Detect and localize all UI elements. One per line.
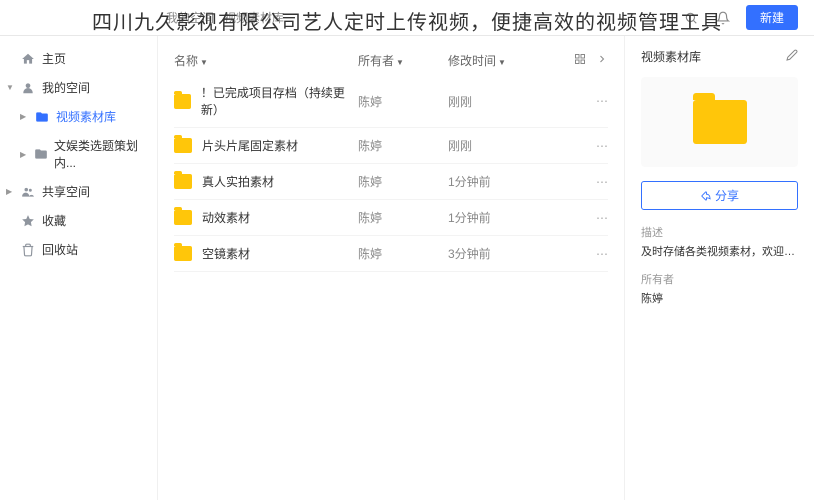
table-header: 名称▼ 所有者▼ 修改时间▼ <box>174 46 608 75</box>
user-icon <box>20 80 36 96</box>
caret-right-icon: ▶ <box>6 187 12 196</box>
nav-ent-planning-label: 文娱类选题策划内... <box>54 137 145 171</box>
chevron-right-icon[interactable] <box>596 53 608 68</box>
desc-label: 描述 <box>641 224 798 240</box>
folder-icon <box>174 138 192 153</box>
table-row[interactable]: 真人实拍素材 陈婷1分钟前 ⋯ <box>174 164 608 200</box>
folder-icon <box>34 146 48 162</box>
nav-trash[interactable]: 回收站 <box>0 235 157 264</box>
grid-view-icon[interactable] <box>574 53 586 68</box>
nav-video-library-label: 视频素材库 <box>56 108 116 125</box>
share-button[interactable]: 分享 <box>641 181 798 210</box>
edit-icon[interactable] <box>786 49 798 64</box>
more-icon[interactable]: ⋯ <box>596 175 608 189</box>
col-name-label: 名称 <box>174 54 198 68</box>
nav-favorites[interactable]: 收藏 <box>0 206 157 235</box>
users-icon <box>20 184 36 200</box>
nav-my-space[interactable]: ▼ 我的空间 <box>0 73 157 102</box>
file-name: 片头片尾固定素材 <box>202 137 298 154</box>
more-icon[interactable]: ⋯ <box>596 247 608 261</box>
caret-down-icon: ▼ <box>6 83 14 92</box>
file-owner: 陈婷 <box>358 173 448 190</box>
folder-icon <box>174 246 192 261</box>
file-list: 名称▼ 所有者▼ 修改时间▼ ！已完成项目存档（持续更新）陈婷刚刚⋯片头片尾固定… <box>158 36 624 500</box>
col-owner-label: 所有者 <box>358 54 394 68</box>
file-time: 1分钟前 <box>448 209 548 226</box>
details-panel: 视频素材库 分享 描述 及时存储各类视频素材，欢迎大... 所有者 陈婷 <box>624 36 814 500</box>
col-time-label: 修改时间 <box>448 54 496 68</box>
folder-icon <box>34 109 50 125</box>
nav-shared[interactable]: ▶ 共享空间 <box>0 177 157 206</box>
overlay-title: 四川九久影视有限公司艺人定时上传视频，便捷高效的视频管理工具 <box>0 6 814 35</box>
sort-caret-icon: ▼ <box>200 58 208 67</box>
file-time: 刚刚 <box>448 93 548 110</box>
table-row[interactable]: 片头片尾固定素材 陈婷刚刚 ⋯ <box>174 128 608 164</box>
table-row[interactable]: 动效素材 陈婷1分钟前 ⋯ <box>174 200 608 236</box>
nav-favorites-label: 收藏 <box>42 212 66 229</box>
sort-caret-icon: ▼ <box>498 58 506 67</box>
folder-icon <box>174 94 191 109</box>
caret-right-icon: ▶ <box>20 112 26 121</box>
sidebar: 主页 ▼ 我的空间 ▶ 视频素材库 ▶ 文娱类选题策划内... ▶ <box>0 36 158 500</box>
nav-my-space-label: 我的空间 <box>42 79 90 96</box>
sort-caret-icon: ▼ <box>396 58 404 67</box>
file-time: 1分钟前 <box>448 173 548 190</box>
col-owner-header[interactable]: 所有者▼ <box>358 52 448 69</box>
caret-right-icon: ▶ <box>20 150 26 159</box>
file-owner: 陈婷 <box>358 245 448 262</box>
share-button-label: 分享 <box>715 187 739 204</box>
file-owner: 陈婷 <box>358 93 448 110</box>
file-time: 3分钟前 <box>448 245 548 262</box>
nav-shared-label: 共享空间 <box>42 183 90 200</box>
file-name: 空镜素材 <box>202 245 250 262</box>
more-icon[interactable]: ⋯ <box>596 94 608 108</box>
owner-value: 陈婷 <box>641 290 798 306</box>
more-icon[interactable]: ⋯ <box>596 139 608 153</box>
table-row[interactable]: ！已完成项目存档（持续更新）陈婷刚刚 ⋯ <box>174 75 608 128</box>
home-icon <box>20 51 36 67</box>
nav-video-library[interactable]: ▶ 视频素材库 <box>0 102 157 131</box>
folder-icon <box>693 100 747 144</box>
col-name-header[interactable]: 名称▼ <box>174 52 358 69</box>
file-owner: 陈婷 <box>358 209 448 226</box>
trash-icon <box>20 242 36 258</box>
folder-preview <box>641 77 798 167</box>
col-time-header[interactable]: 修改时间▼ <box>448 52 548 69</box>
more-icon[interactable]: ⋯ <box>596 211 608 225</box>
nav-home[interactable]: 主页 <box>0 44 157 73</box>
file-name: ！已完成项目存档（持续更新） <box>201 84 358 118</box>
table-row[interactable]: 空镜素材 陈婷3分钟前 ⋯ <box>174 236 608 272</box>
folder-icon <box>174 174 192 189</box>
nav-ent-planning[interactable]: ▶ 文娱类选题策划内... <box>0 131 157 177</box>
star-icon <box>20 213 36 229</box>
file-owner: 陈婷 <box>358 137 448 154</box>
folder-icon <box>174 210 192 225</box>
owner-label: 所有者 <box>641 271 798 287</box>
file-name: 动效素材 <box>202 209 250 226</box>
nav-home-label: 主页 <box>42 50 66 67</box>
desc-value: 及时存储各类视频素材，欢迎大... <box>641 243 798 259</box>
nav-trash-label: 回收站 <box>42 241 78 258</box>
details-title: 视频素材库 <box>641 48 701 65</box>
file-name: 真人实拍素材 <box>202 173 274 190</box>
file-time: 刚刚 <box>448 137 548 154</box>
